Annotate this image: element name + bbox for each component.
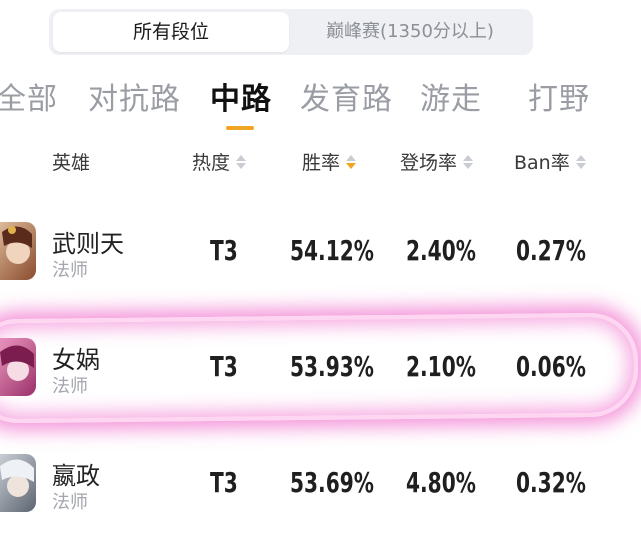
tab-bot-lane[interactable]: 发育路: [300, 74, 393, 118]
lane-tabs: 全部 对抗路 中路 发育路 游走 打野: [0, 70, 641, 130]
sort-desc-active-icon: [346, 154, 357, 169]
hero-role: 法师: [52, 260, 88, 281]
active-tab-indicator: [226, 126, 254, 130]
rank-filter-all-ranks[interactable]: 所有段位: [53, 12, 289, 52]
hero-pick-rate: 2.40%: [406, 234, 476, 267]
hero-win-rate: 53.69%: [290, 466, 374, 499]
hero-avatar: [0, 222, 36, 280]
hero-win-rate: 53.93%: [290, 350, 374, 383]
hero-role: 法师: [52, 492, 88, 513]
sort-icon: [463, 154, 474, 169]
sort-icon: [575, 154, 586, 169]
tab-all[interactable]: 全部: [0, 74, 58, 118]
tab-jungle[interactable]: 打野: [528, 74, 590, 118]
hero-heat: T3: [210, 350, 238, 383]
table-row[interactable]: 嬴政 法师 T3 53.69% 4.80% 0.32%: [0, 446, 641, 546]
rank-filter-peak[interactable]: 巅峰赛(1350分以上): [291, 12, 529, 52]
hero-avatar: [0, 338, 36, 396]
table-row[interactable]: 武则天 法师 T3 54.12% 2.40% 0.27%: [0, 214, 641, 314]
tab-mid-lane[interactable]: 中路: [210, 74, 272, 118]
hero-heat: T3: [210, 466, 238, 499]
hero-ban-rate: 0.27%: [516, 234, 586, 267]
table-row[interactable]: 女娲 法师 T3 53.93% 2.10% 0.06%: [0, 330, 641, 430]
col-heat-sort[interactable]: 热度: [192, 148, 247, 175]
sort-icon: [236, 154, 247, 169]
hero-name: 武则天: [52, 230, 124, 258]
hero-name: 嬴政: [52, 462, 100, 490]
col-win-rate-sort[interactable]: 胜率: [302, 148, 357, 175]
hero-stats-panel: 所有段位 巅峰赛(1350分以上) 全部 对抗路 中路 发育路 游走 打野 英雄…: [0, 0, 641, 556]
hero-ban-rate: 0.32%: [516, 466, 586, 499]
col-hero: 英雄: [52, 152, 91, 174]
tab-top-lane[interactable]: 对抗路: [88, 74, 181, 118]
table-header: 英雄 热度 胜率 登场率 Ban率: [0, 148, 641, 182]
hero-heat: T3: [210, 234, 238, 267]
col-ban-rate-sort[interactable]: Ban率: [514, 148, 586, 175]
hero-role: 法师: [52, 376, 88, 397]
hero-pick-rate: 2.10%: [406, 350, 476, 383]
hero-pick-rate: 4.80%: [406, 466, 476, 499]
tab-roam[interactable]: 游走: [420, 74, 482, 118]
hero-win-rate: 54.12%: [290, 234, 374, 267]
rank-filter: 所有段位 巅峰赛(1350分以上): [49, 9, 533, 55]
hero-ban-rate: 0.06%: [516, 350, 586, 383]
hero-avatar: [0, 454, 36, 512]
hero-name: 女娲: [52, 346, 100, 374]
col-pick-rate-sort[interactable]: 登场率: [400, 148, 474, 175]
